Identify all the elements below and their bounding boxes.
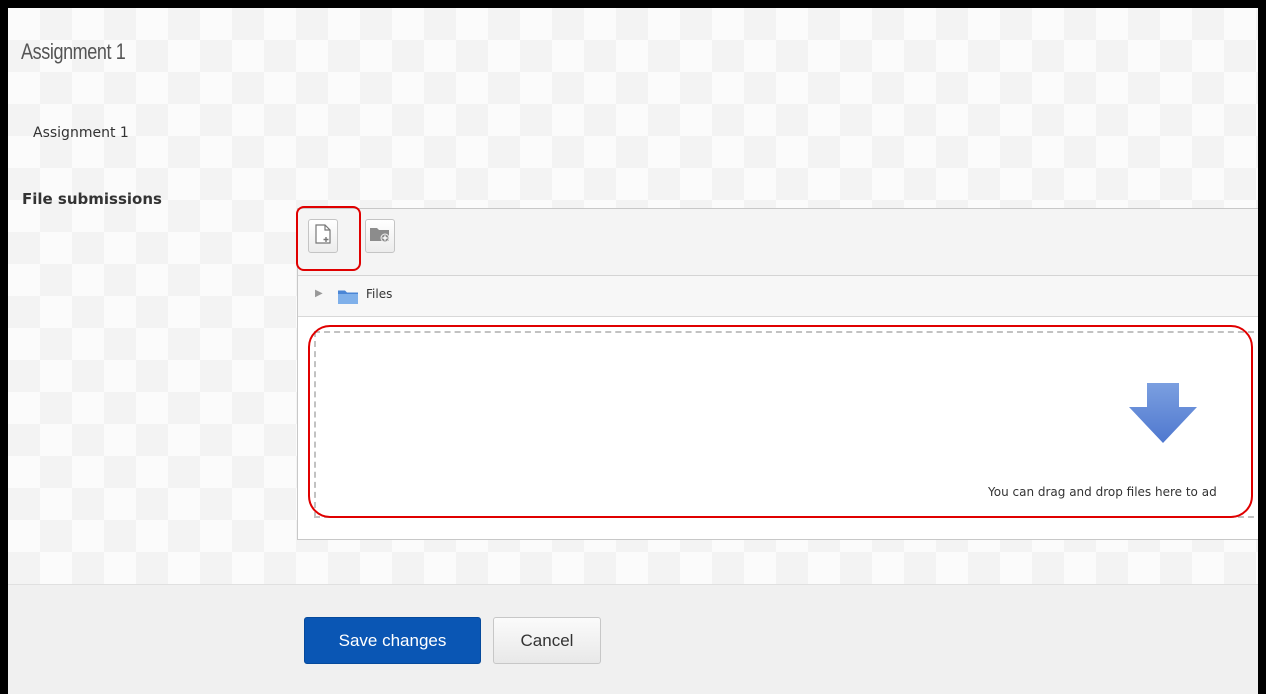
add-file-button[interactable] <box>308 219 338 253</box>
save-changes-button[interactable]: Save changes <box>304 617 481 664</box>
assignment-description: Assignment 1 <box>33 125 129 141</box>
folder-add-icon <box>369 225 391 247</box>
folder-icon <box>338 289 358 308</box>
file-dropzone[interactable]: You can drag and drop files here to ad <box>314 331 1258 518</box>
form-footer <box>8 584 1258 694</box>
cancel-button[interactable]: Cancel <box>493 617 601 664</box>
file-manager-toolbar <box>298 209 1258 276</box>
file-manager: ▶ Files You can drag and drop files here… <box>297 208 1258 540</box>
dropzone-text: You can drag and drop files here to ad <box>988 485 1217 499</box>
down-arrow-icon <box>1129 383 1197 447</box>
file-add-icon <box>315 224 331 248</box>
triangle-right-icon[interactable]: ▶ <box>315 288 323 299</box>
file-submissions-label: File submissions <box>22 190 162 208</box>
file-path-bar: ▶ Files <box>298 276 1258 317</box>
page-title: Assignment 1 <box>21 39 126 64</box>
assignment-page: Assignment 1 Assignment 1 File submissio… <box>8 8 1258 694</box>
create-folder-button[interactable] <box>365 219 395 253</box>
files-folder-label[interactable]: Files <box>366 287 392 301</box>
